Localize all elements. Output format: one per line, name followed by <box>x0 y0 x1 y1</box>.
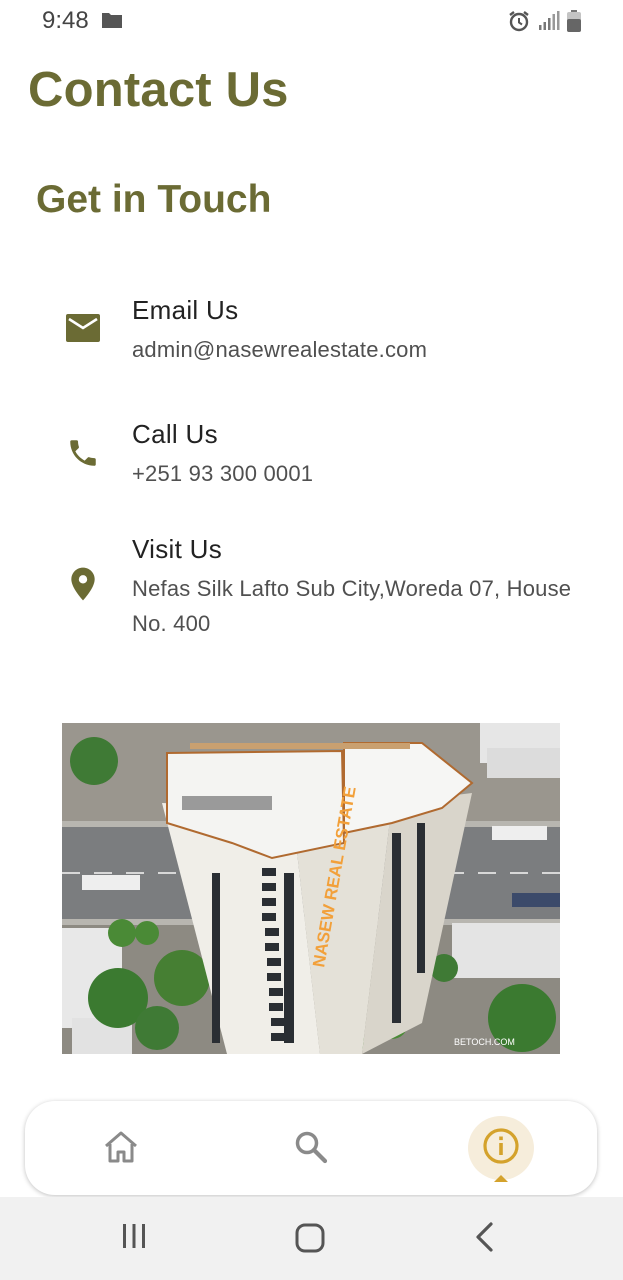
building-image: NASEW REAL ESTATE BETOCH.COM <box>62 723 560 1054</box>
back-icon <box>471 1221 499 1258</box>
email-title: Email Us <box>132 295 239 325</box>
email-value[interactable]: admin@nasewrealestate.com <box>132 332 572 367</box>
signal-icon <box>538 10 560 37</box>
email-icon <box>62 307 104 349</box>
battery-icon <box>566 9 582 38</box>
recent-apps-icon <box>118 1221 150 1256</box>
address-title: Visit Us <box>132 534 223 564</box>
nav-home-button[interactable] <box>91 1121 151 1177</box>
active-nav-indicator <box>494 1175 508 1182</box>
nav-search-button[interactable] <box>281 1121 341 1177</box>
system-navigation-bar <box>0 1197 623 1280</box>
system-home-button[interactable] <box>293 1221 327 1260</box>
bottom-navigation <box>25 1101 597 1195</box>
page-title: Contact Us <box>28 63 289 117</box>
system-home-icon <box>293 1221 327 1260</box>
address-value: Nefas Silk Lafto Sub City,Woreda 07, Hou… <box>132 576 572 636</box>
search-icon <box>294 1130 328 1169</box>
phone-title: Call Us <box>132 419 218 449</box>
info-icon <box>482 1127 520 1170</box>
home-icon <box>103 1130 139 1169</box>
phone-icon <box>62 432 104 474</box>
section-title: Get in Touch <box>36 178 272 221</box>
watermark-text: BETOCH.COM <box>454 1037 515 1047</box>
recent-apps-button[interactable] <box>118 1221 150 1256</box>
location-pin-icon <box>62 563 104 605</box>
phone-value[interactable]: +251 93 300 0001 <box>132 456 572 491</box>
contact-us-screen: 9:48 Contact Us Get in Touch Email Us ad… <box>0 0 623 1280</box>
folder-icon <box>101 11 123 34</box>
alarm-icon <box>507 9 531 38</box>
status-time: 9:48 <box>42 7 89 34</box>
nav-about-button[interactable] <box>468 1116 534 1180</box>
back-button[interactable] <box>471 1221 499 1258</box>
status-bar: 9:48 <box>0 0 623 42</box>
